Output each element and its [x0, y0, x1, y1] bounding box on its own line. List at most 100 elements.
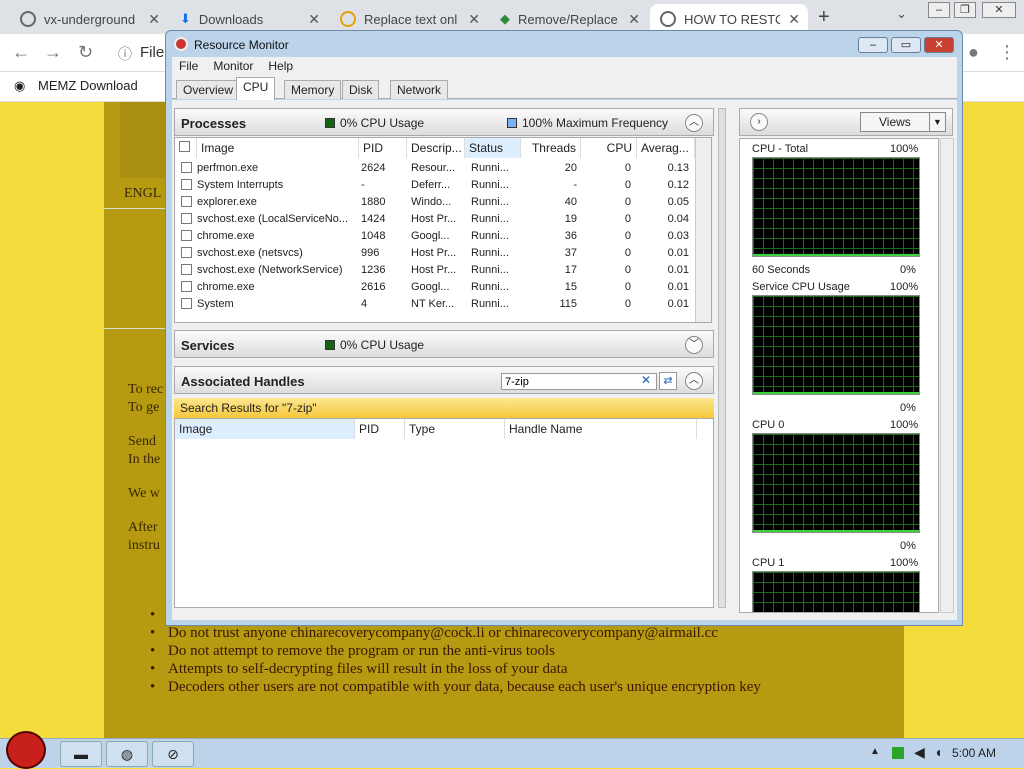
splitter-scrollbar[interactable]: [718, 108, 726, 608]
column-header[interactable]: Image: [197, 138, 359, 158]
tab-overview[interactable]: Overview: [176, 80, 241, 99]
column-header[interactable]: CPU: [581, 138, 637, 158]
menu-help[interactable]: Help: [268, 59, 293, 73]
cpu-usage-label: 0% CPU Usage: [340, 338, 425, 352]
close-tab-icon[interactable]: ✕: [628, 11, 640, 28]
table-row[interactable]: explorer.exe 1880 Windo... Runni... 40 0 0.05: [175, 194, 695, 211]
refresh-icon[interactable]: ⇄: [659, 372, 677, 390]
resource-monitor-icon[interactable]: ⊘: [152, 741, 194, 767]
minimize-icon[interactable]: –: [928, 2, 950, 18]
search-handles-input[interactable]: [501, 373, 657, 390]
row-checkbox[interactable]: [181, 196, 192, 207]
account-icon[interactable]: ●: [968, 42, 979, 63]
table-cell: 40: [564, 196, 577, 208]
column-header[interactable]: Status: [465, 138, 521, 158]
close-tab-icon[interactable]: ✕: [308, 11, 320, 28]
folder-icon[interactable]: ▬: [60, 741, 102, 767]
divider: [104, 328, 174, 329]
chevron-down-icon[interactable]: ﹀: [685, 336, 703, 354]
tray-arrow-icon[interactable]: ▲: [870, 746, 880, 757]
table-cell: 0.05: [667, 196, 689, 208]
reload-icon[interactable]: ↻: [78, 42, 93, 63]
clock[interactable]: 5:00 AM: [952, 746, 996, 760]
row-checkbox[interactable]: [181, 230, 192, 241]
table-cell: 36: [564, 230, 577, 242]
column-header[interactable]: Descrip...: [407, 138, 465, 158]
minimize-button[interactable]: –: [858, 37, 888, 53]
column-header[interactable]: Averag...: [637, 138, 695, 158]
table-row[interactable]: chrome.exe 1048 Googl... Runni... 36 0 0.03: [175, 228, 695, 245]
graph-title: Service CPU Usage: [752, 281, 850, 293]
table-cell: 0: [624, 264, 631, 276]
network-icon[interactable]: [892, 747, 904, 759]
table-row[interactable]: svchost.exe (NetworkService) 1236 Host Pr.…: [175, 262, 695, 279]
speaker-icon[interactable]: ◖: [934, 744, 942, 760]
table-row[interactable]: System 4 NT Ker... Runni... 115 0 0.01: [175, 296, 695, 313]
menu-icon[interactable]: ⋮: [998, 42, 1016, 63]
column-header[interactable]: PID: [359, 138, 407, 158]
resource-monitor-window: Resource Monitor – ▭ ✕ File Monitor Help O…: [165, 30, 963, 626]
table-row[interactable]: System Interrupts - Deferr... Runni... - 0 0.1…: [175, 177, 695, 194]
table-cell: Googl...: [411, 281, 450, 293]
chevron-down-icon[interactable]: ⌄: [896, 6, 907, 22]
chevron-up-icon[interactable]: ︿: [685, 114, 703, 132]
tab-memory[interactable]: Memory: [284, 80, 342, 99]
column-header[interactable]: Handle Name: [505, 419, 697, 439]
column-header[interactable]: PID: [355, 419, 405, 439]
table-cell: 0.01: [667, 247, 689, 259]
services-header[interactable]: Services 0% CPU Usage ﹀: [174, 330, 714, 358]
row-checkbox[interactable]: [181, 247, 192, 258]
table-cell: 0: [624, 247, 631, 259]
tab-disk[interactable]: Disk: [342, 80, 380, 99]
menu-file[interactable]: File: [179, 59, 198, 73]
bookmark-memz[interactable]: MEMZ Download: [38, 78, 138, 93]
table-cell: svchost.exe (NetworkService): [197, 264, 343, 276]
select-all-checkbox[interactable]: [175, 138, 197, 158]
chevron-right-icon[interactable]: ›: [750, 113, 768, 131]
dropdown-arrow-icon: ▼: [929, 113, 945, 131]
table-row[interactable]: perfmon.exe 2624 Resour... Runni... 20 0 0.13: [175, 160, 695, 177]
row-checkbox[interactable]: [181, 281, 192, 292]
row-checkbox[interactable]: [181, 162, 192, 173]
row-checkbox[interactable]: [181, 213, 192, 224]
row-checkbox[interactable]: [181, 264, 192, 275]
new-tab-icon[interactable]: +: [818, 6, 830, 29]
maximize-button[interactable]: ▭: [891, 37, 921, 53]
address-bar[interactable]: File: [140, 44, 164, 61]
close-tab-icon[interactable]: ✕: [468, 11, 480, 28]
chrome-icon[interactable]: ◍: [106, 741, 148, 767]
row-checkbox[interactable]: [181, 298, 192, 309]
tab-network[interactable]: Network: [390, 80, 449, 99]
section-title: Services: [181, 338, 235, 353]
column-header[interactable]: Image: [175, 419, 355, 439]
close-tab-icon[interactable]: ✕: [148, 11, 160, 28]
column-header[interactable]: Threads: [521, 138, 581, 158]
table-cell: -: [573, 179, 577, 191]
resource-monitor-icon: [174, 37, 188, 51]
table-row[interactable]: svchost.exe (netsvcs) 996 Host Pr... Runni.…: [175, 245, 695, 262]
processes-header[interactable]: Processes 0% CPU Usage 100% Maximum Freq…: [174, 108, 714, 136]
close-button[interactable]: ✕: [924, 37, 954, 53]
max-frequency-label: 100% Maximum Frequency: [522, 116, 669, 130]
language-label[interactable]: ENGL: [124, 186, 161, 202]
start-button-icon[interactable]: [6, 731, 46, 769]
chevron-up-icon[interactable]: ︿: [685, 372, 703, 390]
tab-vx-underground[interactable]: vx-underground ✕: [10, 4, 168, 34]
cpu-usage-swatch: [325, 118, 335, 128]
volume-icon[interactable]: ◀: [914, 744, 925, 761]
row-checkbox[interactable]: [181, 179, 192, 190]
maximize-icon[interactable]: ❐: [954, 2, 976, 18]
table-row[interactable]: chrome.exe 2616 Googl... Runni... 15 0 0.01: [175, 279, 695, 296]
back-icon[interactable]: ←: [12, 42, 30, 63]
graphs-scrollbar[interactable]: [940, 138, 954, 613]
close-tab-icon[interactable]: ✕: [788, 11, 800, 28]
menu-monitor[interactable]: Monitor: [213, 59, 253, 73]
column-header[interactable]: Type: [405, 419, 505, 439]
table-row[interactable]: svchost.exe (LocalServiceNo... 1424 Host P…: [175, 211, 695, 228]
views-dropdown[interactable]: Views ▼: [860, 112, 946, 132]
forward-icon[interactable]: →: [44, 42, 62, 63]
close-icon[interactable]: ✕: [982, 2, 1016, 18]
tab-cpu[interactable]: CPU: [236, 77, 276, 100]
scrollbar[interactable]: [695, 138, 711, 322]
clear-search-icon[interactable]: ✕: [641, 373, 651, 387]
